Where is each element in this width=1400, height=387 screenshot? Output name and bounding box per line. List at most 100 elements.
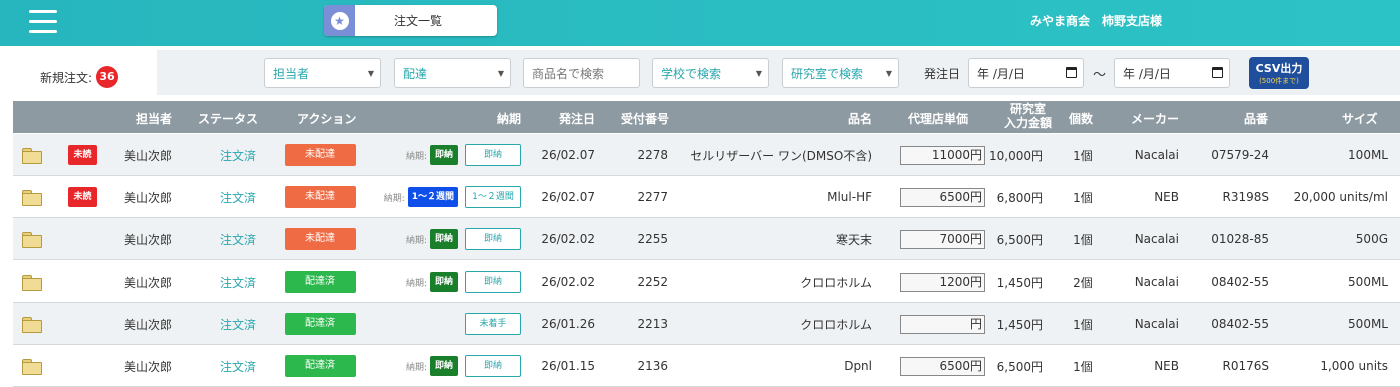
date-to-value: 年 /月/日 xyxy=(1123,66,1171,81)
delivery-action-button[interactable]: 配達済 xyxy=(284,271,356,293)
lab-select[interactable]: 研究室で検索 ▼ xyxy=(782,58,899,88)
due-select-button[interactable]: 即納 xyxy=(465,271,521,293)
due-select-button[interactable]: 即納 xyxy=(465,355,521,377)
due-cell: 納期: 即納 xyxy=(357,261,458,303)
folder-cell[interactable] xyxy=(22,218,44,260)
due-badge: 即納 xyxy=(429,145,458,165)
table-row[interactable]: 美山次郎 注文済 未配達 納期: 即納 即納 26/02.02 2255 寒天末 … xyxy=(13,218,1400,260)
agent-price-input[interactable]: 6500円 xyxy=(900,187,985,207)
unread-badge: 未読 xyxy=(68,187,97,207)
assignee-select[interactable]: 担当者 ▼ xyxy=(264,58,381,88)
page-title: 注文一覧 xyxy=(393,14,442,28)
col-due[interactable]: 納期 xyxy=(497,110,521,127)
delivery-action-button[interactable]: 配達済 xyxy=(284,355,356,377)
table-row[interactable]: 美山次郎 注文済 配達済 未着手 26/01.26 2213 クロロホルム 円 … xyxy=(13,303,1400,345)
due-select-button[interactable]: 即納 xyxy=(465,144,521,166)
due-button-cell: 即納 xyxy=(465,345,523,387)
col-part-no[interactable]: 品番 xyxy=(1244,110,1268,127)
folder-icon[interactable] xyxy=(22,190,42,206)
folder-cell[interactable] xyxy=(22,134,44,176)
order-date-cell: 26/01.15 xyxy=(541,359,595,373)
agent-price-input[interactable]: 11000円 xyxy=(900,145,985,165)
due-select-button[interactable]: 即納 xyxy=(465,228,521,250)
delivery-action-button[interactable]: 未配達 xyxy=(284,186,356,208)
col-size[interactable]: サイズ xyxy=(1342,110,1378,127)
assignee-cell: 美山次郎 xyxy=(123,359,172,374)
folder-icon[interactable] xyxy=(22,148,42,164)
calendar-icon[interactable] xyxy=(1212,67,1223,78)
maker-cell: Nacalai xyxy=(1134,148,1179,162)
star-badge-icon: ★ xyxy=(324,5,355,36)
col-action[interactable]: アクション xyxy=(297,110,356,127)
table-row[interactable]: 未読 美山次郎 注文済 未配達 納期: 1〜２週間 1〜２週間 26/02.07 … xyxy=(13,176,1400,218)
folder-cell[interactable] xyxy=(22,176,44,218)
csv-export-label: CSV出力 xyxy=(1255,62,1303,75)
receipt-no-cell[interactable]: 2277 xyxy=(603,176,668,218)
col-assignee[interactable]: 担当者 xyxy=(136,110,172,127)
table-row[interactable]: 美山次郎 注文済 配達済 納期: 即納 即納 26/01.15 2136 Dpnl… xyxy=(13,345,1400,387)
agent-price-input[interactable]: 7000円 xyxy=(900,229,985,249)
size-cell: 100ML xyxy=(1348,148,1388,162)
folder-cell[interactable] xyxy=(22,303,44,345)
assignee-cell: 美山次郎 xyxy=(123,232,172,247)
col-maker[interactable]: メーカー xyxy=(1131,110,1179,127)
col-status[interactable]: ステータス xyxy=(198,110,258,127)
page-title-tab[interactable]: ★ 注文一覧 xyxy=(324,5,497,36)
receipt-no-cell[interactable]: 2255 xyxy=(603,218,668,260)
col-lab-amount-line2: 入力金額 xyxy=(1003,116,1052,130)
receipt-no-cell[interactable]: 2136 xyxy=(603,345,668,387)
table-row[interactable]: 未読 美山次郎 注文済 未配達 納期: 即納 即納 26/02.07 2278 セ… xyxy=(13,134,1400,176)
col-receipt-no[interactable]: 受付番号 xyxy=(621,110,669,127)
app-header: ★ 注文一覧 みやま商会 柿野支店様 xyxy=(0,0,1400,46)
receipt-no-cell[interactable]: 2213 xyxy=(603,303,668,345)
delivery-action-button[interactable]: 未配達 xyxy=(284,228,356,250)
folder-icon[interactable] xyxy=(22,359,42,375)
delivery-select[interactable]: 配達 ▼ xyxy=(394,58,511,88)
delivery-action-button[interactable]: 配達済 xyxy=(284,313,356,335)
lab-amount-cell: 6,500円 xyxy=(996,359,1043,374)
due-select-button[interactable]: 1〜２週間 xyxy=(465,186,521,208)
folder-icon[interactable] xyxy=(22,317,42,333)
date-to-input[interactable]: 年 /月/日 xyxy=(1114,58,1230,88)
status-cell: 注文済 xyxy=(219,359,256,374)
maker-cell: NEB xyxy=(1154,190,1179,204)
col-lab-amount[interactable]: 研究室 入力金額 xyxy=(993,102,1063,130)
delivery-action-button[interactable]: 未配達 xyxy=(284,144,356,166)
folder-cell[interactable] xyxy=(22,261,44,303)
calendar-icon[interactable] xyxy=(1066,67,1077,78)
due-label: 納期: xyxy=(383,193,405,204)
size-cell: 500ML xyxy=(1348,275,1388,289)
order-date-cell: 26/02.07 xyxy=(541,148,595,162)
due-select-button[interactable]: 未着手 xyxy=(465,313,521,335)
receipt-no-cell[interactable]: 2252 xyxy=(603,261,668,303)
due-cell: 納期: 即納 xyxy=(357,218,458,260)
new-orders-label: 新規注文: xyxy=(40,70,93,85)
action-cell: 未配達 xyxy=(283,218,357,260)
date-from-input[interactable]: 年 /月/日 xyxy=(968,58,1084,88)
table-row[interactable]: 美山次郎 注文済 配達済 納期: 即納 即納 26/02.02 2252 クロロホ… xyxy=(13,261,1400,303)
col-qty[interactable]: 個数 xyxy=(1069,110,1093,127)
due-label: 納期: xyxy=(405,278,427,289)
folder-icon[interactable] xyxy=(22,232,42,248)
due-button-cell: 未着手 xyxy=(465,303,523,345)
csv-export-button[interactable]: CSV出力 (500件まで) xyxy=(1249,57,1309,89)
school-select[interactable]: 学校で検索 ▼ xyxy=(652,58,769,88)
due-label: 納期: xyxy=(405,235,427,246)
col-product[interactable]: 品名 xyxy=(848,110,872,127)
col-order-date[interactable]: 発注日 xyxy=(559,110,595,127)
due-button-cell: 即納 xyxy=(465,261,523,303)
agent-price-input[interactable]: 1200円 xyxy=(900,272,985,292)
col-agent-price[interactable]: 代理店単価 xyxy=(908,110,968,127)
product-search-input[interactable]: 商品名で検索 xyxy=(523,58,640,88)
order-date-cell: 26/02.02 xyxy=(541,275,595,289)
lab-amount-cell: 10,000円 xyxy=(989,148,1043,163)
new-orders-count-badge[interactable]: 36 xyxy=(96,66,119,88)
agent-price-input[interactable]: 6500円 xyxy=(900,356,985,376)
folder-cell[interactable] xyxy=(22,345,44,387)
folder-icon[interactable] xyxy=(22,275,42,291)
agent-price-cell: 7000円 xyxy=(900,218,988,260)
hamburger-menu-icon[interactable] xyxy=(29,10,57,34)
qty-cell: 1個 xyxy=(1073,190,1093,205)
receipt-no-cell[interactable]: 2278 xyxy=(603,134,668,176)
agent-price-input[interactable]: 円 xyxy=(900,314,985,334)
